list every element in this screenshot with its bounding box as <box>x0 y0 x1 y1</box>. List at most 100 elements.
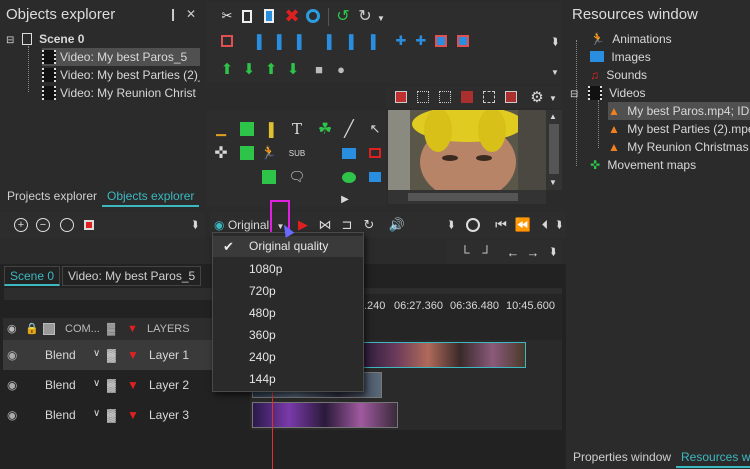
move-down-icon[interactable]: ⬇ <box>240 60 258 78</box>
quality-option-480p[interactable]: 480p <box>213 303 363 324</box>
redo-dropdown-icon[interactable]: ▼ <box>372 9 390 27</box>
video-object-icon[interactable] <box>238 144 256 162</box>
undo-icon[interactable]: ↺ <box>334 7 352 25</box>
grid-3-icon[interactable] <box>436 88 454 106</box>
tab-scene-0[interactable]: Scene 0 <box>4 266 61 286</box>
distribute-v-icon[interactable]: ✚ <box>412 32 430 50</box>
settings-dropdown-icon[interactable]: ▼ <box>544 89 562 107</box>
playback-more-icon[interactable]: ⮯ <box>442 216 460 234</box>
resource-images[interactable]: Images <box>590 48 651 66</box>
visibility-icon[interactable]: ◉ <box>7 348 17 362</box>
scroll-down-icon[interactable]: ▼ <box>549 178 557 187</box>
layer-object-icon[interactable] <box>366 168 384 186</box>
rectangle-icon[interactable] <box>340 144 358 162</box>
animation-object-icon[interactable]: 🏃 <box>260 144 278 162</box>
copy-icon[interactable] <box>238 7 256 25</box>
quality-option-240p[interactable]: 240p <box>213 347 363 368</box>
remove-icon[interactable]: − <box>34 216 52 234</box>
scroll-thumb[interactable] <box>549 124 559 174</box>
visibility-icon[interactable]: ◉ <box>7 378 17 392</box>
ellipse-icon[interactable] <box>340 168 358 186</box>
bring-front-icon[interactable]: ⬆ <box>262 60 280 78</box>
group-icon[interactable]: ■ <box>310 60 328 78</box>
blend-mode[interactable]: Blend <box>45 408 76 422</box>
callout-icon[interactable]: 🗨 <box>288 168 306 186</box>
nudge-left-icon[interactable]: ← <box>504 243 522 261</box>
chart-icon[interactable]: ▐ <box>260 120 278 138</box>
video-preview[interactable] <box>388 110 546 190</box>
quality-option-720p[interactable]: 720p <box>213 281 363 302</box>
cut-icon[interactable]: ✂ <box>218 7 236 25</box>
send-back-icon[interactable]: ⬇ <box>284 60 302 78</box>
visibility-icon[interactable]: ◉ <box>7 318 17 340</box>
align-center-icon[interactable]: ▐ <box>268 32 286 50</box>
resource-sounds[interactable]: ♫ Sounds <box>590 66 647 84</box>
align-tl-icon[interactable]: └ <box>456 243 474 261</box>
record-icon[interactable] <box>80 216 98 234</box>
row2-more-icon[interactable]: ⮯ <box>546 33 564 51</box>
same-height-icon[interactable] <box>454 32 472 50</box>
align-middle-icon[interactable]: ▐ <box>340 32 358 50</box>
sprite-icon[interactable]: ☘ <box>316 120 334 138</box>
pin-icon[interactable]: ❙ <box>168 7 178 21</box>
subtitle-icon[interactable]: SUB <box>288 144 306 162</box>
pointer-icon[interactable]: ↖ <box>366 120 384 138</box>
blend-dropdown-icon[interactable]: ∨ <box>93 348 100 359</box>
add-icon[interactable]: + <box>12 216 30 234</box>
collapse-icon[interactable]: ⊟ <box>6 35 14 46</box>
select-all-icon[interactable] <box>304 7 322 25</box>
align-top-icon[interactable]: ▐ <box>318 32 336 50</box>
close-icon[interactable]: ✕ <box>186 7 196 21</box>
blend-dropdown-icon[interactable]: ∨ <box>93 408 100 419</box>
blend-mode[interactable]: Blend <box>45 348 76 362</box>
tree-item-video-3[interactable]: Video: My Reunion Christ <box>42 84 200 102</box>
align-right-icon[interactable]: ▐ <box>288 32 306 50</box>
preview-hscrollbar[interactable] <box>388 190 546 204</box>
tab-objects-explorer[interactable]: Objects explorer <box>102 187 200 207</box>
resource-video-3[interactable]: ▲ My Reunion Christmas <box>608 138 750 156</box>
distribute-h-icon[interactable]: ✚ <box>392 32 410 50</box>
collapse-icon[interactable]: ⊟ <box>570 89 578 100</box>
delete-icon[interactable]: ✖ <box>283 6 301 26</box>
tree-item-video-1[interactable]: Video: My best Paros_5 <box>42 48 200 66</box>
line-icon[interactable]: ╱ <box>340 120 358 138</box>
tab-resources-window[interactable]: Resources wi <box>676 448 750 468</box>
row3-more-icon[interactable]: ▼ <box>546 63 564 81</box>
tab-video-paros[interactable]: Video: My best Paros_5 <box>62 266 202 286</box>
crop-object-icon[interactable] <box>366 144 384 162</box>
blend-mode[interactable]: Blend <box>45 378 76 392</box>
film-strip-icon[interactable] <box>58 216 76 234</box>
quality-option-144p[interactable]: 144p <box>213 369 363 390</box>
audio-object-icon[interactable] <box>238 120 256 138</box>
video-clip-3[interactable] <box>252 402 398 428</box>
preview-scrollbar[interactable]: ▲ ▼ <box>546 110 562 190</box>
grid-4-icon[interactable] <box>458 88 476 106</box>
crop-icon[interactable] <box>218 32 236 50</box>
resource-animations[interactable]: 🏃 Animations <box>590 30 672 48</box>
grid-1-icon[interactable] <box>392 88 410 106</box>
resource-video-2[interactable]: ▲ My best Parties (2).mpe <box>608 120 750 138</box>
text-icon[interactable]: T <box>288 120 306 138</box>
tools-more-icon[interactable]: ▶ <box>336 190 354 208</box>
move-up-icon[interactable]: ⬆ <box>218 60 236 78</box>
move-icon[interactable]: ✜ <box>212 144 230 162</box>
rewind-icon[interactable]: ⏪ <box>514 216 532 234</box>
scroll-up-icon[interactable]: ▲ <box>549 112 557 121</box>
ungroup-icon[interactable]: ● <box>332 60 350 78</box>
video-clip-1[interactable] <box>362 342 526 368</box>
resource-movement-maps[interactable]: ✜ Movement maps <box>590 156 696 174</box>
tree-scene[interactable]: ⊟ Scene 0 <box>6 30 84 48</box>
grid-2-icon[interactable] <box>414 88 432 106</box>
quality-option-360p[interactable]: 360p <box>213 325 363 346</box>
paste-icon[interactable] <box>260 7 278 25</box>
clock-icon[interactable] <box>464 216 482 234</box>
tree-item-video-2[interactable]: Video: My best Parties (2)_ <box>42 66 200 84</box>
tab-projects-explorer[interactable]: Projects explorer <box>2 187 102 207</box>
align-left-icon[interactable]: ▐ <box>248 32 266 50</box>
equalizer-icon[interactable]: ▁ <box>212 120 230 138</box>
align-tr-icon[interactable]: ┘ <box>478 243 496 261</box>
blend-dropdown-icon[interactable]: ∨ <box>93 378 100 389</box>
resource-video-1[interactable]: ▲ My best Paros.mp4; ID <box>608 102 750 120</box>
nudge-right-icon[interactable]: → <box>524 243 542 261</box>
left-toolbar-more-icon[interactable]: ⮯ <box>186 216 204 234</box>
